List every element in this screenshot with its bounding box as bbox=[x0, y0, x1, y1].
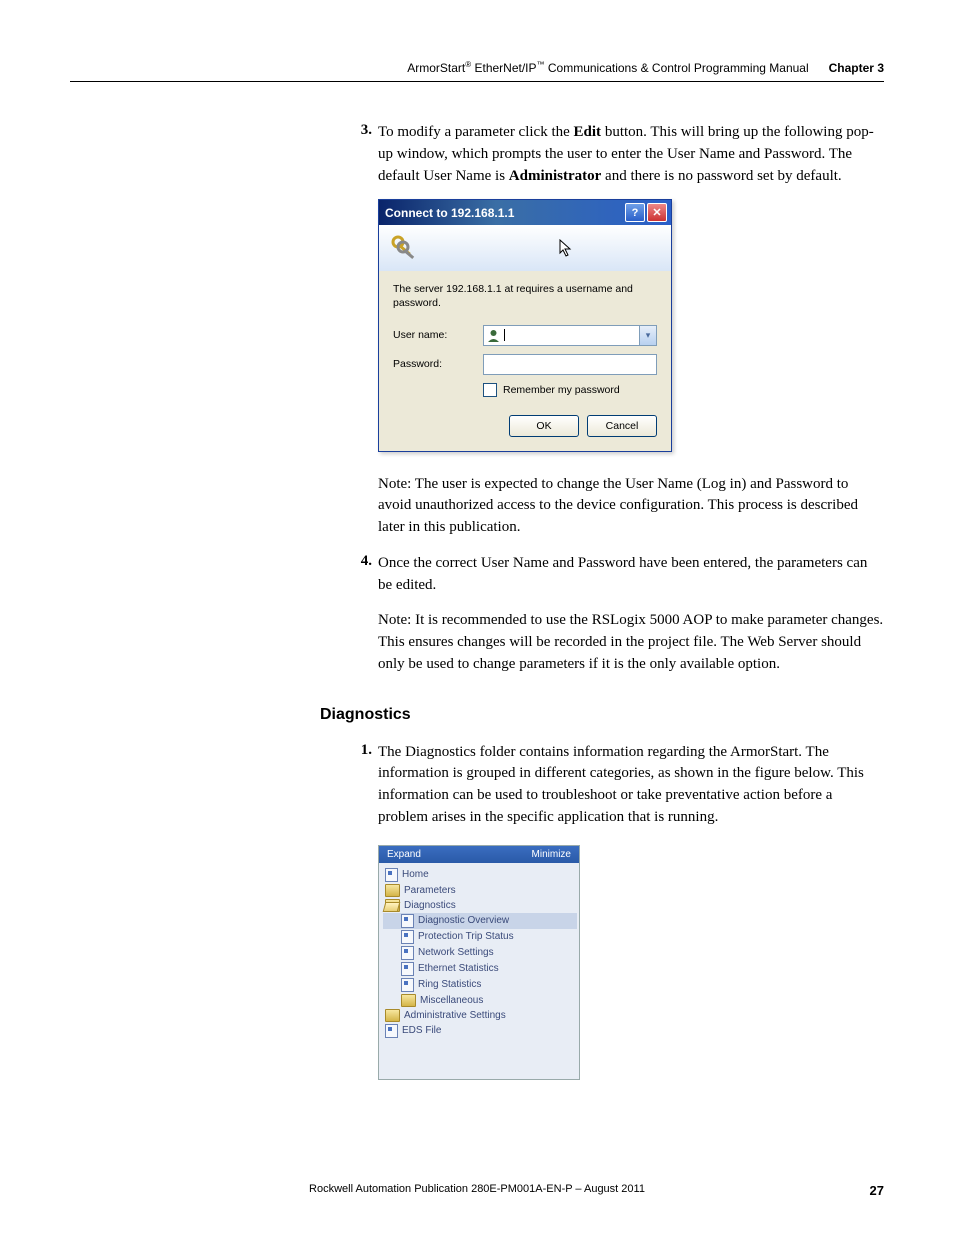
step-number: 4. bbox=[350, 553, 378, 597]
step-4-text: Once the correct User Name and Password … bbox=[378, 553, 884, 597]
folder-icon bbox=[385, 884, 400, 897]
nav-home[interactable]: Home bbox=[383, 867, 577, 883]
remember-label: Remember my password bbox=[503, 384, 620, 396]
nav-admin-settings[interactable]: Administrative Settings bbox=[383, 1008, 577, 1023]
folder-icon bbox=[401, 994, 416, 1007]
page-icon bbox=[401, 962, 414, 976]
chapter-label: Chapter 3 bbox=[829, 61, 884, 75]
navtree-header: Expand Minimize bbox=[379, 846, 579, 863]
dialog-title: Connect to 192.168.1.1 bbox=[383, 206, 623, 220]
chevron-down-icon[interactable]: ▾ bbox=[639, 326, 656, 345]
publication-info: Rockwell Automation Publication 280E-PM0… bbox=[309, 1183, 645, 1195]
cursor-icon bbox=[559, 239, 573, 260]
page-footer: Rockwell Automation Publication 280E-PM0… bbox=[70, 1183, 884, 1195]
dialog-titlebar: Connect to 192.168.1.1 ? ✕ bbox=[379, 200, 671, 225]
page-icon bbox=[401, 946, 414, 960]
diagnostics-step-1: 1. The Diagnostics folder contains infor… bbox=[350, 742, 884, 829]
diagnostics-step1-text: The Diagnostics folder contains informat… bbox=[378, 742, 884, 829]
password-label: Password: bbox=[393, 358, 483, 370]
user-icon bbox=[487, 329, 500, 342]
nav-parameters[interactable]: Parameters bbox=[383, 883, 577, 898]
page-icon bbox=[401, 978, 414, 992]
diagnostics-heading: Diagnostics bbox=[320, 706, 884, 724]
expand-link[interactable]: Expand bbox=[387, 849, 421, 860]
page-icon bbox=[401, 930, 414, 944]
page-icon bbox=[385, 1024, 398, 1038]
keys-icon bbox=[389, 233, 419, 263]
page-icon bbox=[385, 868, 398, 882]
folder-icon bbox=[385, 1009, 400, 1022]
step-number: 1. bbox=[350, 742, 378, 829]
close-button[interactable]: ✕ bbox=[647, 203, 667, 222]
minimize-link[interactable]: Minimize bbox=[532, 849, 571, 860]
header-rule bbox=[70, 81, 884, 82]
dialog-banner bbox=[379, 225, 671, 271]
step-3-text: To modify a parameter click the Edit but… bbox=[378, 122, 884, 187]
nav-diagnostic-overview[interactable]: Diagnostic Overview bbox=[383, 913, 577, 929]
step-3: 3. To modify a parameter click the Edit … bbox=[350, 122, 884, 187]
note-after-step4: Note: It is recommended to use the RSLog… bbox=[378, 610, 884, 675]
username-field[interactable]: ▾ bbox=[483, 325, 657, 346]
nav-eds-file[interactable]: EDS File bbox=[383, 1023, 577, 1039]
step-4: 4. Once the correct User Name and Passwo… bbox=[350, 553, 884, 597]
navigation-tree: Expand Minimize Home Parameters Diagnost… bbox=[378, 845, 580, 1080]
password-field[interactable] bbox=[483, 354, 657, 375]
dialog-message: The server 192.168.1.1 at requires a use… bbox=[393, 283, 657, 310]
page-header: ArmorStart® EtherNet/IP™ Communications … bbox=[70, 60, 884, 81]
username-label: User name: bbox=[393, 329, 483, 341]
nav-network-settings[interactable]: Network Settings bbox=[383, 945, 577, 961]
manual-title: ArmorStart® EtherNet/IP™ Communications … bbox=[407, 60, 808, 75]
connect-dialog: Connect to 192.168.1.1 ? ✕ bbox=[378, 199, 672, 451]
page-number: 27 bbox=[870, 1183, 884, 1198]
nav-ring-statistics[interactable]: Ring Statistics bbox=[383, 977, 577, 993]
nav-diagnostics[interactable]: Diagnostics bbox=[383, 898, 577, 913]
nav-ethernet-statistics[interactable]: Ethernet Statistics bbox=[383, 961, 577, 977]
page-icon bbox=[401, 914, 414, 928]
cancel-button[interactable]: Cancel bbox=[587, 415, 657, 437]
nav-protection-trip[interactable]: Protection Trip Status bbox=[383, 929, 577, 945]
step-number: 3. bbox=[350, 122, 378, 187]
ok-button[interactable]: OK bbox=[509, 415, 579, 437]
folder-open-icon bbox=[385, 899, 400, 912]
nav-miscellaneous[interactable]: Miscellaneous bbox=[383, 993, 577, 1008]
help-button[interactable]: ? bbox=[625, 203, 645, 222]
note-after-step3: Note: The user is expected to change the… bbox=[378, 474, 884, 539]
remember-checkbox[interactable] bbox=[483, 383, 497, 397]
